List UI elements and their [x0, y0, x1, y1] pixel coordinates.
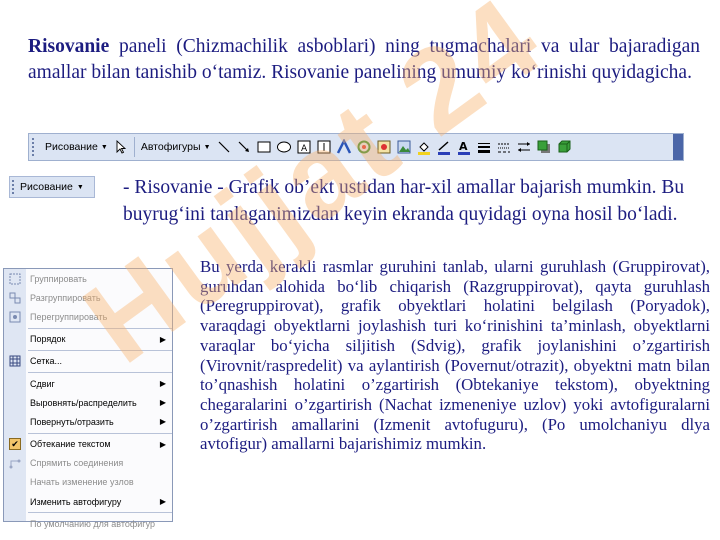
diagram-icon[interactable] — [356, 139, 372, 155]
chevron-down-icon: ▼ — [76, 183, 84, 191]
select-objects-icon[interactable] — [113, 139, 129, 155]
arrow-style-icon[interactable] — [516, 139, 532, 155]
chevron-down-icon: ▼ — [203, 143, 211, 151]
font-color-icon[interactable]: A — [456, 139, 472, 155]
clipart-icon[interactable] — [376, 139, 392, 155]
menu-item-reroute-connectors[interactable]: Спрямить соединения — [4, 454, 172, 473]
description-paragraph: - Risovanie - Grafik ob’ekt ustidan har-… — [123, 177, 685, 225]
text-wrap-icon: ✔ — [4, 438, 26, 451]
3d-style-icon[interactable] — [556, 139, 572, 155]
menu-item-rotate-flip[interactable]: Повернуть/отразить ▶ — [4, 412, 172, 431]
vertical-text-box-icon[interactable] — [316, 139, 332, 155]
wordart-icon[interactable] — [336, 139, 352, 155]
menu-item-autoshape-defaults[interactable]: По умолчанию для автофигур — [4, 514, 172, 533]
rectangle-icon[interactable] — [256, 139, 272, 155]
menu-item-text-wrapping[interactable]: ✔ Обтекание текстом ▶ — [4, 435, 172, 454]
drawing-toolbar: Рисование ▼ Автофигуры ▼ A A — [28, 133, 684, 161]
line-style-icon[interactable] — [476, 139, 492, 155]
risovanie-button[interactable]: Рисование ▼ — [9, 176, 95, 198]
group-icon — [4, 273, 26, 285]
line-icon[interactable] — [216, 139, 232, 155]
menu-item-ungroup[interactable]: Разгруппировать — [4, 288, 172, 307]
intro-bold-term: Risovanie — [28, 36, 110, 57]
oval-icon[interactable] — [276, 139, 292, 155]
text-box-icon[interactable]: A — [296, 139, 312, 155]
risovanie-menu-button[interactable]: Рисование ▼ — [42, 136, 111, 158]
submenu-arrow-icon: ▶ — [159, 417, 166, 427]
arrow-icon[interactable] — [236, 139, 252, 155]
risovanie-dropdown-menu: Группировать Разгруппировать Перегруппир… — [3, 268, 173, 529]
submenu-arrow-icon: ▶ — [159, 334, 166, 344]
submenu-arrow-icon: ▶ — [159, 497, 166, 507]
explanation-paragraph: Bu yerda kerakli rasmlar guruhini tanlab… — [200, 257, 710, 454]
intro-text: paneli (Chizmachilik asboblari) ning tug… — [28, 36, 700, 83]
autoshapes-menu-button[interactable]: Автофигуры ▼ — [138, 136, 214, 158]
intro-paragraph: Risovanie paneli (Chizmachilik asboblari… — [28, 34, 700, 86]
submenu-arrow-icon: ▶ — [159, 398, 166, 408]
menu-item-group[interactable]: Группировать — [4, 269, 172, 288]
menu-item-regroup[interactable]: Перегруппировать — [4, 307, 172, 326]
reroute-icon — [4, 457, 26, 469]
picture-icon[interactable] — [396, 139, 412, 155]
toolbar-grip[interactable] — [32, 138, 38, 156]
submenu-arrow-icon: ▶ — [159, 439, 166, 449]
svg-text:A: A — [301, 144, 308, 154]
submenu-arrow-icon: ▶ — [159, 379, 166, 389]
menu-item-edit-points[interactable]: Начать изменение узлов — [4, 473, 172, 492]
menu-item-order[interactable]: Порядок ▶ — [4, 330, 172, 349]
regroup-icon — [4, 311, 26, 323]
menu-item-grid[interactable]: Сетка... — [4, 352, 172, 371]
grid-icon — [4, 355, 26, 367]
line-color-icon[interactable] — [436, 139, 452, 155]
chevron-down-icon: ▼ — [100, 143, 108, 151]
ungroup-icon — [4, 292, 26, 304]
menu-item-align-distribute[interactable]: Выровнять/распределить ▶ — [4, 393, 172, 412]
dash-style-icon[interactable] — [496, 139, 512, 155]
shadow-icon[interactable] — [536, 139, 552, 155]
svg-text:A: A — [459, 140, 468, 153]
menu-item-change-autoshape[interactable]: Изменить автофигуру ▶ — [4, 492, 172, 511]
fill-color-icon[interactable] — [416, 139, 432, 155]
menu-item-nudge[interactable]: Сдвиг ▶ — [4, 374, 172, 393]
toolbar-options-button[interactable] — [673, 134, 683, 160]
